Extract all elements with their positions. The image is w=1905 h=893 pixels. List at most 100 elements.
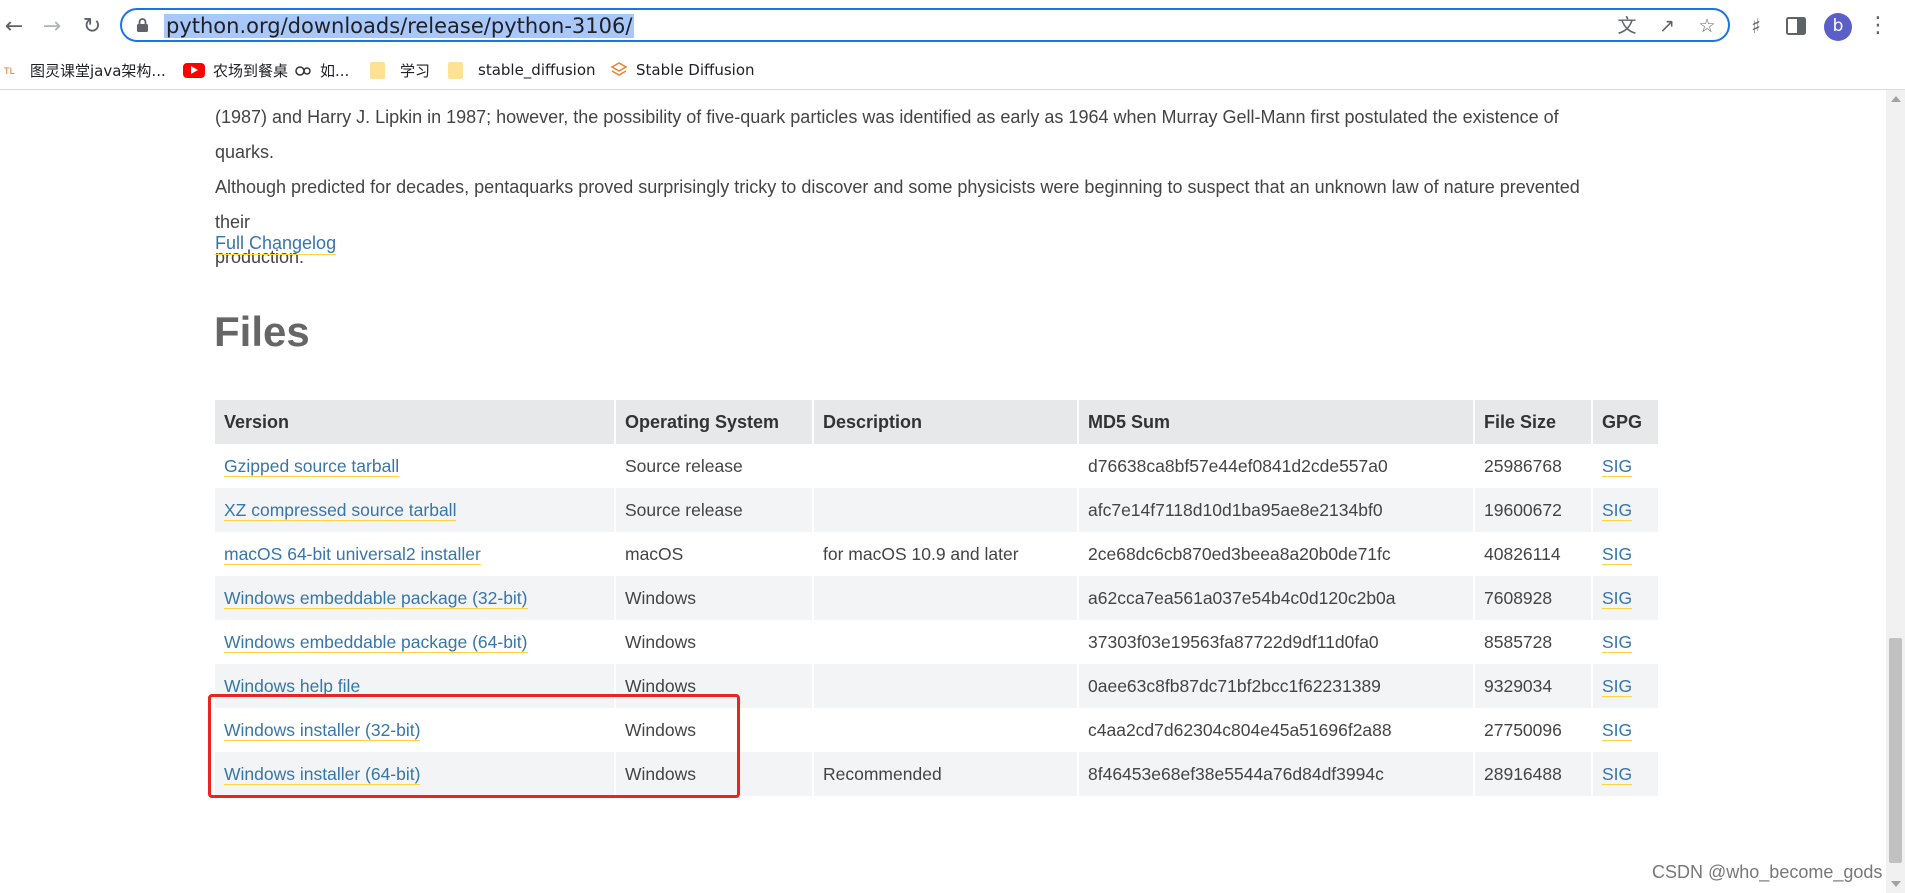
paragraph-line: Although predicted for decades, pentaqua… [215, 177, 1580, 232]
youtube-icon [183, 62, 205, 78]
table-header-row: Version Operating System Description MD5… [215, 400, 1660, 444]
md5-cell: a62cca7ea561a037e54b4c0d120c2b0a [1079, 576, 1475, 620]
description-cell [814, 444, 1079, 488]
scroll-down-arrow-icon[interactable] [1891, 881, 1901, 887]
lock-icon[interactable] [136, 18, 149, 32]
sig-link[interactable]: SIG [1602, 455, 1633, 477]
size-cell: 8585728 [1475, 620, 1593, 664]
table-row: Windows installer (64-bit) Windows Recom… [215, 752, 1660, 796]
sig-link[interactable]: SIG [1602, 587, 1633, 609]
bookmark-favicon-icon: TL [4, 67, 15, 77]
bookmark-label: 学习 [400, 61, 431, 80]
paragraph-line: (1987) and Harry J. Lipkin in 1987; howe… [215, 107, 1559, 162]
translate-icon[interactable]: 文 [1617, 16, 1637, 36]
menu-kebab-icon[interactable]: ⋮ [1866, 14, 1890, 38]
bookmark-label: 如... [320, 61, 350, 80]
column-header-os: Operating System [616, 400, 814, 444]
sig-link[interactable]: SIG [1602, 631, 1633, 653]
download-link[interactable]: Windows embeddable package (64-bit) [224, 631, 528, 653]
bookmark-star-icon[interactable]: ☆ [1697, 16, 1717, 36]
browser-toolbar: ← → ↻ python.org/downloads/release/pytho… [0, 0, 1905, 52]
bookmarks-bar: TL 图灵课堂java架构... 农场到餐桌 如... 学习 stable_di… [0, 52, 1905, 90]
column-header-description: Description [814, 400, 1079, 444]
column-header-size: File Size [1475, 400, 1593, 444]
profile-avatar[interactable]: b [1824, 13, 1852, 41]
size-cell: 40826114 [1475, 532, 1593, 576]
size-cell: 19600672 [1475, 488, 1593, 532]
scroll-thumb[interactable] [1889, 638, 1902, 863]
os-cell: Windows [616, 620, 814, 664]
bookmark-item[interactable]: TL 图灵课堂java架构... [4, 58, 166, 82]
bookmark-label: 图灵课堂java架构... [30, 61, 166, 80]
md5-cell: d76638ca8bf57e44ef0841d2cde557a0 [1079, 444, 1475, 488]
sig-link[interactable]: SIG [1602, 719, 1633, 741]
svg-text:TL: TL [4, 67, 15, 77]
os-cell: Windows [616, 708, 814, 752]
extensions-puzzle-icon[interactable]: ♯ [1744, 14, 1768, 38]
folder-icon [370, 61, 385, 79]
bookmark-item[interactable]: Stable Diffusion [610, 58, 755, 82]
folder-icon [448, 61, 463, 79]
files-heading: Files [214, 308, 310, 355]
stable-diffusion-favicon-icon [610, 62, 628, 76]
description-cell [814, 708, 1079, 752]
sig-link[interactable]: SIG [1602, 543, 1633, 565]
table-row: Gzipped source tarball Source release d7… [215, 444, 1660, 488]
size-cell: 7608928 [1475, 576, 1593, 620]
md5-cell: c4aa2cd7d62304c804e45a51696f2a88 [1079, 708, 1475, 752]
bookmark-label: 农场到餐桌 [213, 61, 289, 80]
table-row: XZ compressed source tarball Source rele… [215, 488, 1660, 532]
os-cell: Source release [616, 444, 814, 488]
watermark-text: CSDN @who_become_gods [1652, 862, 1883, 882]
sig-link[interactable]: SIG [1602, 763, 1633, 785]
table-row: Windows help file Windows 0aee63c8fb87dc… [215, 664, 1660, 708]
sig-link[interactable]: SIG [1602, 499, 1633, 521]
share-icon[interactable]: ↗ [1657, 16, 1677, 36]
md5-cell: afc7e14f7118d10d1ba95ae8e2134bf0 [1079, 488, 1475, 532]
bookmark-folder[interactable]: 学习 [370, 58, 430, 82]
bookmark-item[interactable]: 如... [294, 58, 349, 82]
download-link[interactable]: Windows installer (64-bit) [224, 763, 421, 785]
sig-link[interactable]: SIG [1602, 675, 1633, 697]
column-header-md5: MD5 Sum [1079, 400, 1475, 444]
column-header-version: Version [215, 400, 616, 444]
address-bar[interactable]: python.org/downloads/release/python-3106… [120, 8, 1730, 42]
side-panel-icon[interactable] [1784, 14, 1808, 38]
md5-cell: 2ce68dc6cb870ed3beea8a20b0de71fc [1079, 532, 1475, 576]
size-cell: 25986768 [1475, 444, 1593, 488]
download-link[interactable]: XZ compressed source tarball [224, 499, 457, 521]
os-cell: Windows [616, 664, 814, 708]
os-cell: macOS [616, 532, 814, 576]
vertical-scrollbar[interactable] [1886, 90, 1905, 893]
download-link[interactable]: Windows embeddable package (32-bit) [224, 587, 528, 609]
description-cell [814, 576, 1079, 620]
paragraph-line: production. [215, 247, 305, 267]
description-cell [814, 664, 1079, 708]
table-row: Windows embeddable package (64-bit) Wind… [215, 620, 1660, 664]
full-changelog-link[interactable]: Full Changelog [215, 232, 337, 255]
size-cell: 28916488 [1475, 752, 1593, 796]
size-cell: 9329034 [1475, 664, 1593, 708]
os-cell: Windows [616, 752, 814, 796]
description-cell: for macOS 10.9 and later [814, 532, 1079, 576]
back-arrow-icon[interactable]: ← [0, 12, 28, 40]
forward-arrow-icon[interactable]: → [38, 12, 66, 40]
table-row: macOS 64-bit universal2 installer macOS … [215, 532, 1660, 576]
bookmark-item[interactable]: 农场到餐桌 [183, 58, 288, 82]
table-row: Windows embeddable package (32-bit) Wind… [215, 576, 1660, 620]
md5-cell: 37303f03e19563fa87722d9df11d0fa0 [1079, 620, 1475, 664]
url-text[interactable]: python.org/downloads/release/python-3106… [164, 14, 635, 38]
description-cell: Recommended [814, 752, 1079, 796]
article-paragraph: (1987) and Harry J. Lipkin in 1987; howe… [215, 100, 1615, 275]
download-link[interactable]: Windows help file [224, 675, 361, 697]
description-cell [814, 488, 1079, 532]
description-cell [814, 620, 1079, 664]
download-link[interactable]: Gzipped source tarball [224, 455, 400, 477]
download-link[interactable]: Windows installer (32-bit) [224, 719, 421, 741]
download-link[interactable]: macOS 64-bit universal2 installer [224, 543, 481, 565]
scroll-up-arrow-icon[interactable] [1891, 96, 1901, 102]
bookmark-label: stable_diffusion [478, 61, 596, 79]
bookmark-folder[interactable]: stable_diffusion [448, 58, 596, 82]
table-row: Windows installer (32-bit) Windows c4aa2… [215, 708, 1660, 752]
reload-icon[interactable]: ↻ [78, 12, 106, 40]
